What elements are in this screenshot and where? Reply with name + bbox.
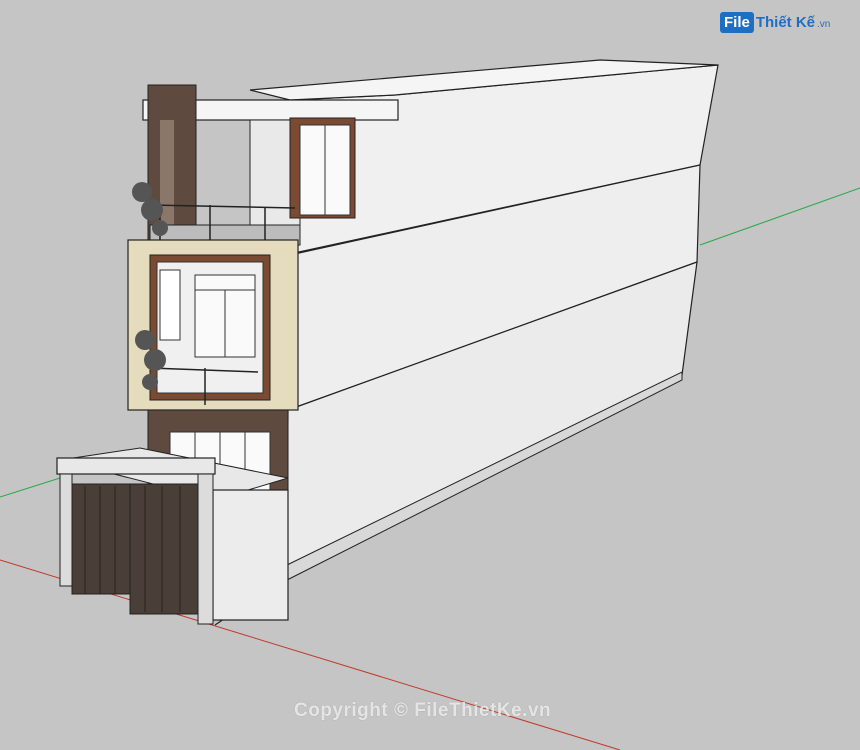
- logo-tld: .vn: [817, 19, 831, 30]
- copyright-watermark: Copyright © FileThietKe.vn: [294, 700, 552, 721]
- gate-cap: [56, 457, 216, 475]
- 3d-model-scene: [0, 59, 860, 750]
- gate-right-leaf: [129, 483, 199, 615]
- gate-pillar-right: [197, 473, 214, 625]
- gate-pillar-left: [59, 473, 73, 587]
- gate-left-leaf: [71, 483, 131, 595]
- green-axis-right: [699, 187, 860, 246]
- logo-name: Thiết Kế: [755, 14, 816, 31]
- viewport: File Thiết Kế .vn Copyright © FileThietK…: [0, 0, 860, 750]
- brand-logo: File Thiết Kế .vn: [720, 12, 830, 33]
- fence-front-wall: [212, 489, 289, 621]
- logo-badge: File: [720, 12, 754, 33]
- green-axis-left: [0, 477, 61, 498]
- middle-side-panel: [159, 269, 181, 341]
